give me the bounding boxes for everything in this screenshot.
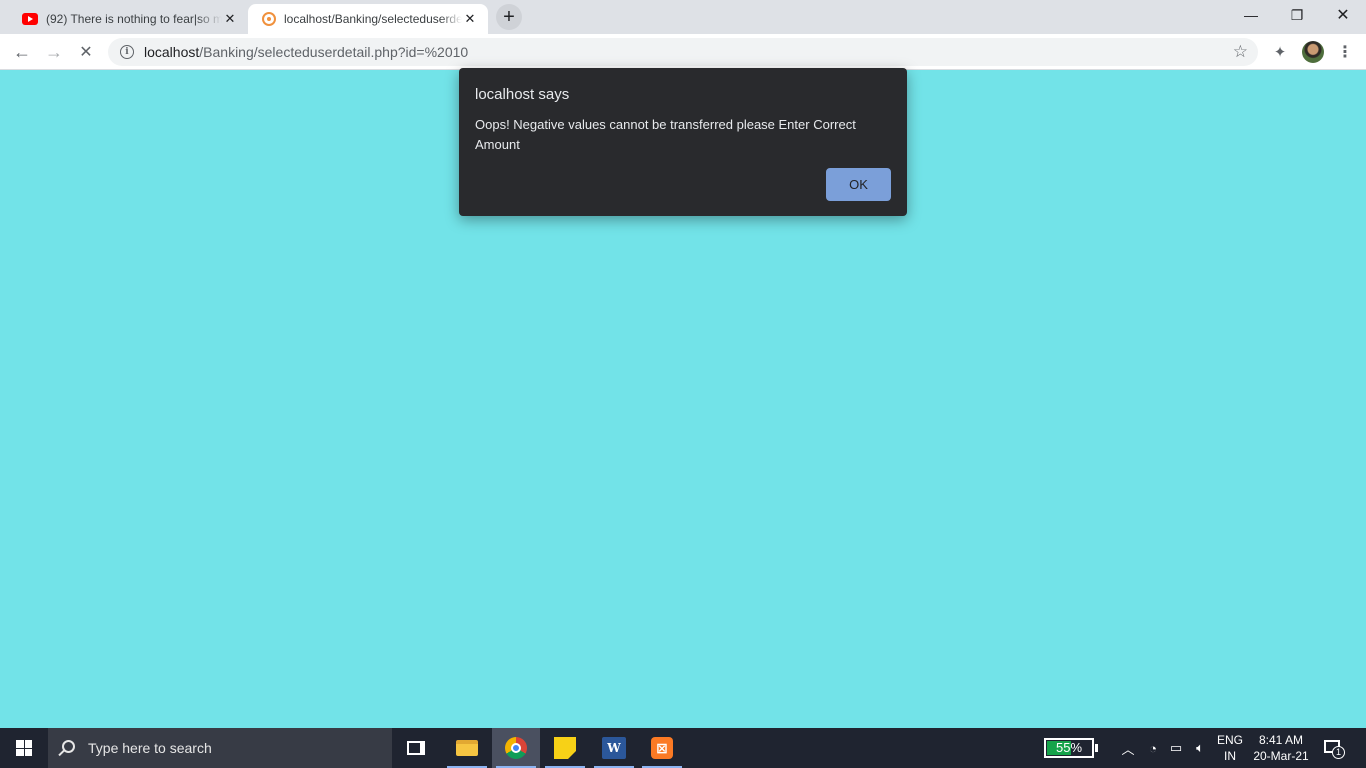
file-explorer-button[interactable]: [443, 728, 491, 768]
ok-button[interactable]: OK: [826, 168, 891, 201]
taskbar: Type here to search W ⊠ 55% ︿ ◔ ▭ 🔈︎ ENG…: [0, 728, 1366, 768]
new-tab-button[interactable]: +: [496, 4, 522, 30]
avatar[interactable]: [1302, 41, 1324, 63]
wifi-icon[interactable]: ◔: [1144, 738, 1162, 758]
tab-title: localhost/Banking/selecteduserdetail.php…: [284, 12, 462, 26]
windows-icon: [16, 740, 32, 756]
tab-localhost[interactable]: localhost/Banking/selecteduserdetail.php…: [248, 4, 488, 34]
taskbar-search[interactable]: Type here to search: [48, 728, 392, 768]
tab-strip: (92) There is nothing to fear|so m ✕ loc…: [0, 0, 1366, 34]
start-button[interactable]: [0, 728, 48, 768]
forward-button[interactable]: →: [40, 38, 68, 66]
url-path: /Banking/selecteduserdetail.php?id=%2010: [199, 44, 469, 60]
volume-icon[interactable]: 🔈︎: [1190, 738, 1210, 758]
battery-icon[interactable]: ▭: [1166, 738, 1186, 758]
minimize-button[interactable]: —: [1228, 0, 1274, 30]
tab-title: (92) There is nothing to fear|so m: [46, 12, 222, 26]
search-placeholder: Type here to search: [88, 740, 212, 756]
battery-percent: 55%: [1055, 740, 1083, 755]
file-explorer-icon: [456, 740, 478, 756]
back-button[interactable]: ←: [8, 38, 36, 66]
close-icon[interactable]: ✕: [462, 11, 478, 27]
region: IN: [1224, 749, 1236, 763]
task-view-icon: [407, 741, 425, 755]
battery-indicator[interactable]: 55%: [1044, 738, 1098, 758]
restore-button[interactable]: ❐: [1274, 0, 1320, 30]
clock[interactable]: 8:41 AM 20-Mar-21: [1250, 732, 1312, 764]
search-icon: [62, 740, 75, 753]
dialog-title: localhost says: [475, 86, 570, 103]
extensions-icon[interactable]: ✦: [1266, 38, 1294, 66]
sticky-notes-button[interactable]: [541, 728, 589, 768]
close-icon[interactable]: ✕: [222, 11, 238, 27]
url-host: localhost: [144, 44, 200, 60]
bookmark-star-icon[interactable]: ☆: [1233, 42, 1248, 62]
word-button[interactable]: W: [590, 728, 638, 768]
language-indicator[interactable]: ENG IN: [1214, 732, 1246, 764]
close-window-button[interactable]: ✕: [1320, 0, 1366, 30]
notification-count: 1: [1332, 746, 1345, 759]
youtube-icon: [22, 13, 38, 25]
chrome-button[interactable]: [492, 728, 540, 768]
localhost-icon: [262, 12, 276, 26]
sticky-notes-icon: [554, 737, 576, 759]
menu-icon[interactable]: ⋮: [1331, 38, 1359, 66]
chrome-icon: [505, 737, 527, 759]
xampp-icon: ⊠: [651, 737, 673, 759]
dialog-message: Oops! Negative values cannot be transfer…: [475, 117, 856, 152]
address-bar[interactable]: i localhost/Banking/selecteduserdetail.p…: [108, 38, 1258, 66]
alert-dialog: localhost says Oops! Negative values can…: [459, 68, 907, 216]
stop-loading-button[interactable]: ✕: [72, 38, 100, 66]
word-icon: W: [602, 737, 626, 759]
task-view-button[interactable]: [392, 728, 440, 768]
xampp-button[interactable]: ⊠: [638, 728, 686, 768]
language: ENG: [1216, 733, 1243, 747]
chevron-up-icon[interactable]: ︿: [1120, 738, 1136, 758]
time: 8:41 AM: [1258, 733, 1304, 747]
action-center-button[interactable]: 1: [1322, 738, 1345, 759]
info-icon[interactable]: i: [120, 45, 134, 59]
tab-youtube[interactable]: (92) There is nothing to fear|so m ✕: [8, 4, 248, 34]
date: 20-Mar-21: [1253, 749, 1309, 763]
browser-toolbar: ← → ✕ i localhost/Banking/selecteduserde…: [0, 34, 1366, 70]
